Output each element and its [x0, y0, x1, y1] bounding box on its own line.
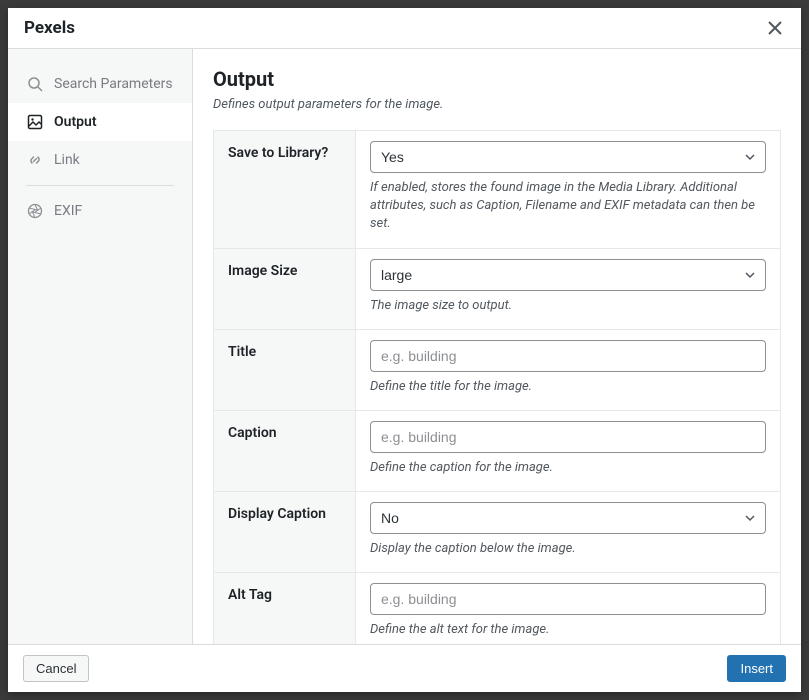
field-caption: Caption Define the caption for the image…: [213, 411, 781, 492]
field-image-size: Image Size large The image size to outpu…: [213, 249, 781, 330]
aperture-icon: [26, 202, 44, 220]
field-body: No Display the caption below the image.: [356, 492, 780, 572]
content-scroll[interactable]: Output Defines output parameters for the…: [193, 49, 801, 644]
link-icon: [26, 151, 44, 169]
caption-input[interactable]: [370, 421, 766, 453]
field-body: Yes If enabled, stores the found image i…: [356, 131, 780, 248]
sidebar-item-link[interactable]: Link: [8, 141, 192, 179]
field-display-caption: Display Caption No Display the caption b…: [213, 492, 781, 573]
insert-button[interactable]: Insert: [727, 655, 786, 682]
field-helper: Define the caption for the image.: [370, 459, 766, 477]
close-icon: [768, 21, 782, 35]
sidebar-item-output[interactable]: Output: [8, 103, 192, 141]
field-label: Title: [214, 330, 356, 410]
field-body: Define the caption for the image.: [356, 411, 780, 491]
select-wrap: No: [370, 502, 766, 534]
sidebar-item-exif[interactable]: EXIF: [8, 192, 192, 230]
field-body: large The image size to output.: [356, 249, 780, 329]
save-to-library-select[interactable]: Yes: [370, 141, 766, 173]
field-label: Image Size: [214, 249, 356, 329]
field-body: Define the title for the image.: [356, 330, 780, 410]
field-helper: Define the title for the image.: [370, 378, 766, 396]
image-icon: [26, 113, 44, 131]
dialog-title: Pexels: [24, 18, 75, 38]
dialog: Pexels Search Parameters Output: [8, 8, 801, 692]
cancel-button[interactable]: Cancel: [23, 655, 89, 682]
sidebar-item-label: Link: [54, 152, 80, 168]
sidebar-item-label: Search Parameters: [54, 76, 173, 92]
search-icon: [26, 75, 44, 93]
field-title: Title Define the title for the image.: [213, 330, 781, 411]
field-label: Display Caption: [214, 492, 356, 572]
field-label: Save to Library?: [214, 131, 356, 248]
select-wrap: large: [370, 259, 766, 291]
field-save-to-library: Save to Library? Yes If enabled, stores …: [213, 130, 781, 249]
close-button[interactable]: [765, 18, 785, 38]
field-helper: Display the caption below the image.: [370, 540, 766, 558]
section-desc: Defines output parameters for the image.: [213, 97, 781, 112]
titlebar: Pexels: [8, 8, 801, 49]
sidebar-item-search-parameters[interactable]: Search Parameters: [8, 65, 192, 103]
dialog-body: Search Parameters Output Link EXIF: [8, 49, 801, 644]
alt-tag-input[interactable]: [370, 583, 766, 615]
section-title: Output: [213, 67, 781, 91]
sidebar-divider: [26, 185, 174, 186]
image-size-select[interactable]: large: [370, 259, 766, 291]
select-wrap: Yes: [370, 141, 766, 173]
sidebar: Search Parameters Output Link EXIF: [8, 49, 193, 644]
sidebar-item-label: Output: [54, 114, 97, 130]
field-helper: If enabled, stores the found image in th…: [370, 179, 766, 234]
field-label: Alt Tag: [214, 573, 356, 644]
field-helper: The image size to output.: [370, 297, 766, 315]
sidebar-item-label: EXIF: [54, 203, 82, 219]
field-alt-tag: Alt Tag Define the alt text for the imag…: [213, 573, 781, 644]
display-caption-select[interactable]: No: [370, 502, 766, 534]
footer: Cancel Insert: [8, 644, 801, 692]
field-helper: Define the alt text for the image.: [370, 621, 766, 639]
content: Output Defines output parameters for the…: [193, 49, 801, 644]
title-input[interactable]: [370, 340, 766, 372]
field-body: Define the alt text for the image.: [356, 573, 780, 644]
field-label: Caption: [214, 411, 356, 491]
